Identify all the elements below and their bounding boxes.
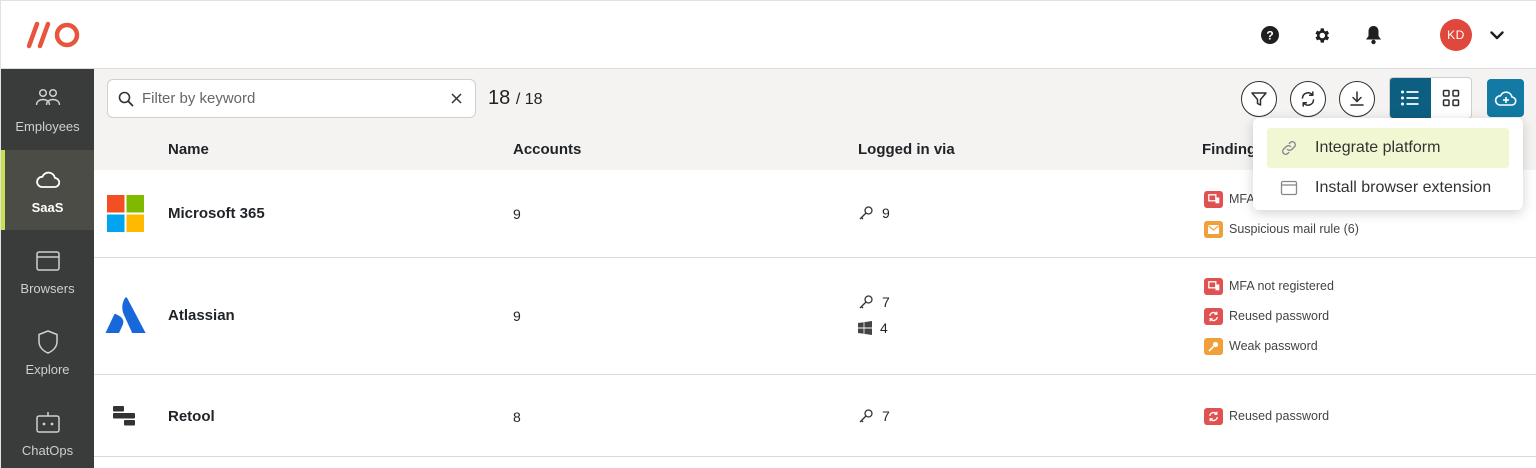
key-icon: [859, 206, 873, 220]
finding-item[interactable]: Suspicious mail rule (6): [1204, 214, 1359, 244]
login-method: 4: [858, 315, 890, 341]
login-method: 7: [858, 289, 890, 315]
browser-window-icon: [35, 250, 60, 271]
grid-view-button[interactable]: [1431, 78, 1472, 118]
key-icon: [1204, 337, 1223, 355]
column-header-logged-in-via[interactable]: Logged in via: [858, 141, 955, 158]
finding-item[interactable]: Reused password: [1204, 301, 1334, 331]
login-count: 7: [882, 408, 890, 424]
company-logo[interactable]: [26, 21, 83, 49]
sidebar: Employees SaaS Browsers Explore ChatOps: [1, 69, 94, 468]
sidebar-item-saas[interactable]: SaaS: [1, 150, 94, 230]
login-count: 4: [880, 320, 888, 336]
accounts-count: 8: [513, 409, 521, 425]
sidebar-item-explore[interactable]: Explore: [1, 312, 94, 392]
refresh-icon: [1204, 307, 1223, 325]
accounts-count: 9: [513, 206, 521, 222]
search-icon: [118, 91, 134, 106]
device-icon: [1204, 190, 1223, 208]
search-input[interactable]: [142, 90, 447, 107]
sidebar-item-employees[interactable]: Employees: [1, 69, 94, 149]
top-bar: ? KD: [1, 1, 1536, 69]
cloud-icon: [35, 171, 60, 188]
results-count: 18 / 18: [488, 87, 543, 110]
chevron-down-icon[interactable]: [1487, 25, 1507, 45]
close-icon[interactable]: [447, 90, 465, 108]
filter-button[interactable]: [1241, 81, 1277, 117]
user-avatar[interactable]: KD: [1440, 19, 1472, 51]
refresh-icon: [1204, 407, 1223, 425]
finding-label: Suspicious mail rule (6): [1229, 222, 1359, 236]
menu-item-integrate-platform[interactable]: Integrate platform: [1267, 128, 1509, 168]
app-window: ? KD Employees SaaS Browsers Explore Cha…: [0, 0, 1536, 468]
results-shown: 18: [488, 87, 511, 109]
accounts-count: 9: [513, 308, 521, 324]
key-icon: [859, 295, 873, 309]
retool-logo: [113, 406, 137, 426]
login-methods: 7 4: [858, 289, 890, 341]
app-name[interactable]: Microsoft 365: [168, 205, 265, 222]
findings-list: MFA not registered Reused password Weak …: [1204, 271, 1334, 361]
menu-item-label: Install browser extension: [1315, 179, 1492, 196]
app-name[interactable]: Atlassian: [168, 307, 235, 324]
cloud-plus-icon: [1494, 91, 1516, 106]
windows-icon: [858, 321, 872, 335]
search-box[interactable]: [107, 79, 476, 118]
login-count: 9: [882, 205, 890, 221]
table-row[interactable]: Atlassian 9 7 4 MFA not registered Reuse…: [94, 258, 1536, 375]
shield-icon: [37, 329, 58, 354]
people-icon: [35, 88, 60, 105]
bell-icon[interactable]: [1363, 25, 1383, 45]
list-icon: [1401, 90, 1419, 106]
refresh-button[interactable]: [1290, 81, 1326, 117]
add-integration-menu: Integrate platform Install browser exten…: [1253, 118, 1523, 210]
column-header-name[interactable]: Name: [168, 141, 209, 158]
finding-label: Reused password: [1229, 309, 1330, 323]
app-name[interactable]: Retool: [168, 408, 215, 425]
sidebar-item-label: Browsers: [20, 280, 75, 296]
view-toggle: [1389, 77, 1472, 119]
filter-icon: [1251, 92, 1267, 106]
finding-item[interactable]: Weak password: [1204, 331, 1334, 361]
sidebar-item-label: Explore: [25, 361, 70, 377]
browser-window-icon: [1280, 180, 1298, 196]
finding-item[interactable]: Reused password: [1204, 401, 1329, 431]
login-methods: 7: [858, 403, 890, 429]
sidebar-item-label: Employees: [15, 118, 80, 134]
finding-item[interactable]: MFA not registered: [1204, 271, 1334, 301]
sidebar-item-chatops[interactable]: ChatOps: [1, 393, 94, 468]
sidebar-item-browsers[interactable]: Browsers: [1, 231, 94, 311]
chat-bot-icon: [35, 411, 60, 433]
menu-item-install-browser-extension[interactable]: Install browser extension: [1267, 168, 1509, 208]
table-row[interactable]: Retool 8 7 Reused password: [94, 375, 1536, 457]
menu-item-label: Integrate platform: [1315, 139, 1441, 156]
mail-icon: [1204, 220, 1223, 238]
svg-text:?: ?: [1266, 29, 1273, 43]
login-count: 7: [882, 294, 890, 310]
help-icon[interactable]: ?: [1260, 25, 1280, 45]
finding-label: Reused password: [1229, 409, 1330, 423]
login-methods: 9: [858, 200, 890, 226]
microsoft-logo: [107, 195, 144, 232]
grid-icon: [1442, 89, 1459, 107]
add-integration-button[interactable]: [1487, 79, 1524, 117]
download-button[interactable]: [1339, 81, 1375, 117]
finding-label: Weak password: [1229, 339, 1318, 353]
column-header-accounts[interactable]: Accounts: [513, 141, 581, 158]
device-icon: [1204, 277, 1223, 295]
login-method: 7: [858, 403, 890, 429]
sidebar-item-label: SaaS: [31, 199, 64, 215]
refresh-icon: [1301, 91, 1315, 107]
key-icon: [859, 409, 873, 423]
finding-label: MFA not registered: [1229, 279, 1334, 293]
sidebar-item-label: ChatOps: [21, 442, 74, 458]
link-icon: [1282, 141, 1296, 155]
login-method: 9: [858, 200, 890, 226]
results-total: / 18: [515, 91, 543, 108]
gear-icon[interactable]: [1311, 25, 1331, 45]
atlassian-logo: [105, 297, 147, 335]
list-view-button[interactable]: [1390, 78, 1431, 118]
findings-list: Reused password: [1204, 401, 1329, 431]
download-icon: [1350, 91, 1364, 106]
